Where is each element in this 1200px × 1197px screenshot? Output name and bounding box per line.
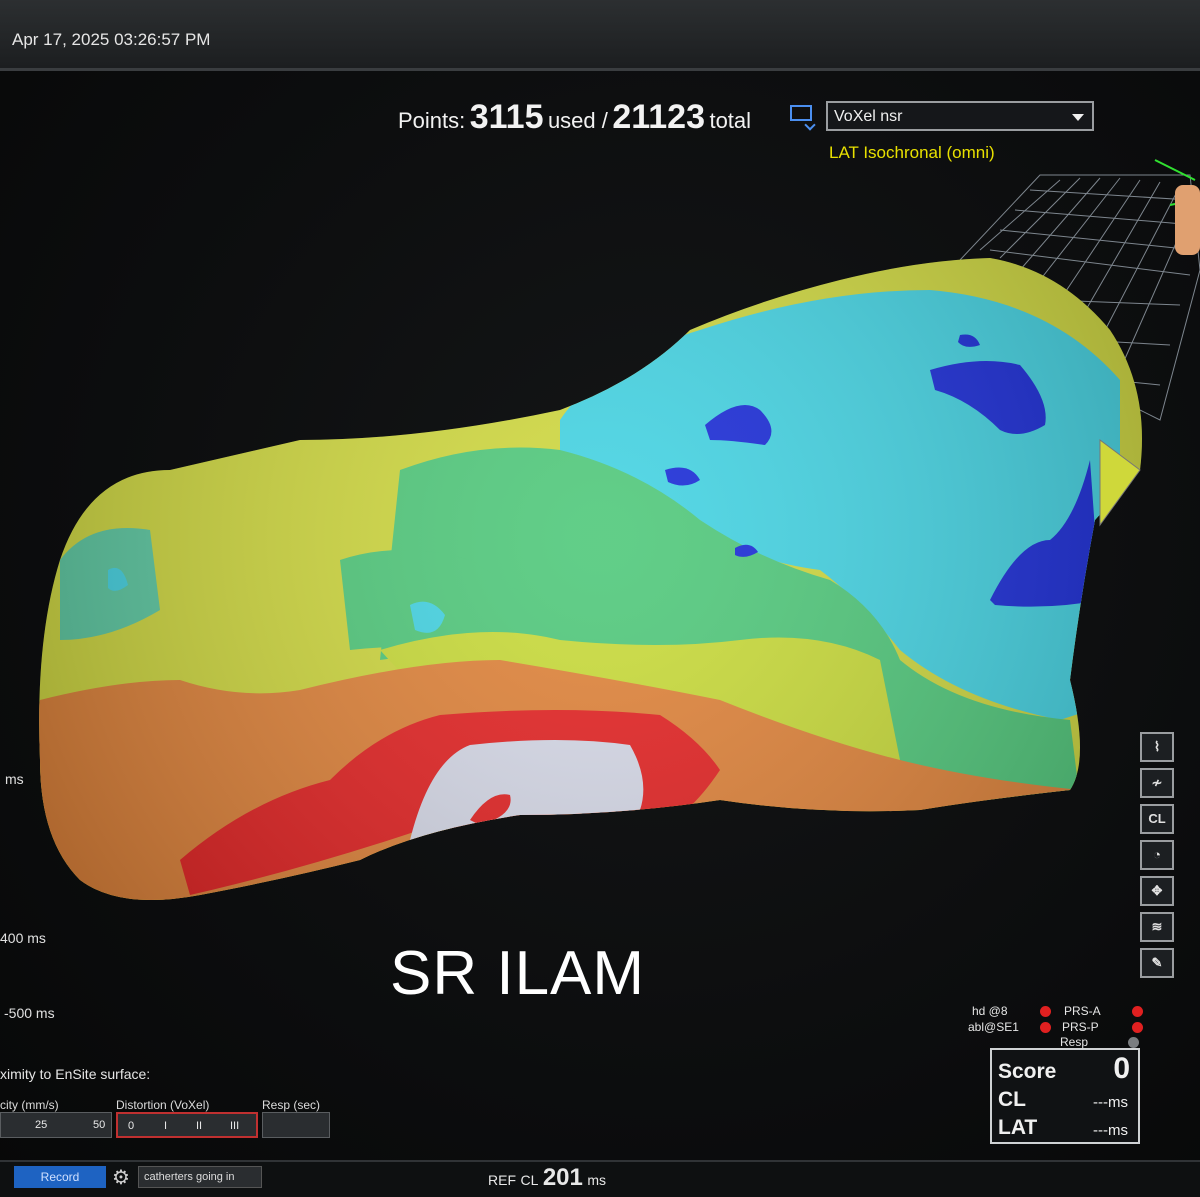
points-used: 3115 [469, 98, 544, 136]
scale-label-ms: ms [5, 771, 24, 787]
scale-label-400: 400 ms [0, 930, 46, 946]
points-total-label: total [709, 108, 752, 133]
map-caption: SR ILAM [390, 939, 646, 1008]
status-note-field[interactable]: catherters going in [138, 1166, 262, 1188]
map-type-label: LAT Isochronal (omni) [829, 143, 995, 162]
monitor-screen: Apr 17, 2025 03:26:57 PM Points: 3115 us… [0, 0, 1200, 1197]
display-options-icon[interactable] [790, 105, 812, 121]
prs-a-led [1132, 1006, 1143, 1017]
resp-slider[interactable] [262, 1112, 330, 1138]
score-lat-label: LAT [998, 1116, 1038, 1139]
abl-status-led [1040, 1022, 1051, 1033]
move-icon[interactable]: ✥ [1140, 876, 1174, 906]
cl-value: 201 [542, 1164, 583, 1191]
velocity-value-25: 25 [35, 1119, 48, 1131]
side-toolbar: ⌇ ≁ CL ◔ ✥ ≋ ✎ [1130, 722, 1200, 978]
chevron-down-icon [1072, 114, 1084, 121]
ref-cycle-length: REF CL 201 ms [488, 1164, 606, 1192]
score-label: Score [998, 1060, 1057, 1083]
hd-status-led [1040, 1006, 1051, 1017]
resp-label: Resp (sec) [262, 1098, 321, 1112]
score-cl-value: ---ms [1093, 1094, 1128, 1111]
points-used-label: used / [547, 108, 608, 133]
score-value: 0 [1113, 1052, 1130, 1085]
cl-label: CL [520, 1172, 539, 1188]
distortion-slider[interactable]: 0 I II III [116, 1112, 258, 1138]
record-button[interactable]: Record [14, 1166, 106, 1188]
prs-a-label: PRS-A [1064, 1004, 1101, 1018]
distortion-value-0: 0 [128, 1120, 135, 1132]
resp-status-label: Resp [1060, 1035, 1089, 1049]
resp-status-led [1128, 1037, 1139, 1048]
velocity-slider[interactable]: 25 50 [0, 1112, 112, 1138]
points-label: Points: [398, 108, 466, 133]
egm-icon[interactable]: ≋ [1140, 912, 1174, 942]
distortion-value-3: III [230, 1120, 240, 1132]
scale-label-500: -500 ms [4, 1005, 55, 1021]
map-selector-value: VoXel nsr [834, 108, 903, 125]
proximity-title: ximity to EnSite surface: [0, 1066, 151, 1082]
abl-catheter-label: abl@SE1 [968, 1020, 1019, 1034]
prs-p-label: PRS-P [1062, 1020, 1099, 1034]
gauge-icon[interactable]: ◔ [1140, 840, 1174, 870]
signal-icon[interactable]: ≁ [1140, 768, 1174, 798]
catheter-glyph [1154, 159, 1200, 255]
hd-catheter-label: hd @8 [972, 1004, 1008, 1018]
lat-isochronal-map[interactable] [0, 0, 1200, 1195]
velocity-label: city (mm/s) [0, 1098, 59, 1112]
score-lat-value: ---ms [1093, 1122, 1128, 1139]
chamber-surface [39, 258, 1143, 900]
prs-p-led [1132, 1022, 1143, 1033]
score-cl-label: CL [998, 1088, 1026, 1111]
map-selector-dropdown[interactable]: VoXel nsr [826, 101, 1094, 131]
cl-unit: ms [587, 1172, 606, 1188]
score-panel: Score 0 CL ---ms LAT ---ms [990, 1048, 1140, 1144]
pen-icon[interactable]: ✎ [1140, 948, 1174, 978]
distortion-label: Distortion (VoXel) [116, 1098, 210, 1112]
ref-label: REF [488, 1172, 516, 1188]
distortion-value-2: II [196, 1120, 203, 1132]
gear-icon[interactable]: ⚙ [112, 1165, 130, 1190]
points-counter: Points: 3115 used / 21123 total [398, 98, 751, 137]
waveform-icon[interactable]: ⌇ [1140, 732, 1174, 762]
cl-button[interactable]: CL [1140, 804, 1174, 834]
points-total: 21123 [612, 98, 705, 136]
velocity-value-50: 50 [93, 1119, 106, 1131]
distortion-value-1: I [164, 1120, 168, 1132]
